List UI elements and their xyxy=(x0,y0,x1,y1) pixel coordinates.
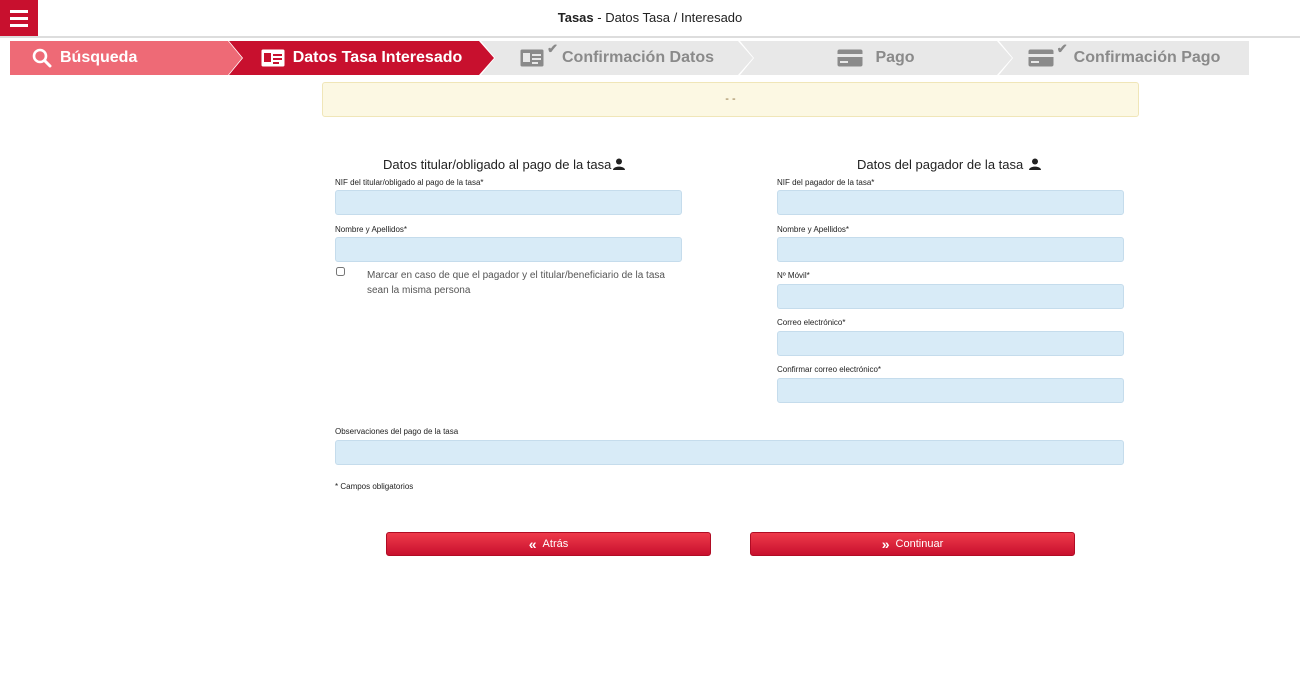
search-icon xyxy=(32,48,52,68)
step-datos-tasa-interesado[interactable]: Datos Tasa Interesado xyxy=(229,41,494,75)
nombre-titular-input[interactable] xyxy=(335,237,682,262)
user-icon xyxy=(1028,158,1041,173)
observaciones-label: Observaciones del pago de la tasa xyxy=(335,427,459,436)
nif-titular-input[interactable] xyxy=(335,190,682,215)
email-confirm-input[interactable] xyxy=(777,378,1124,403)
step-label: Búsqueda xyxy=(60,49,138,66)
double-chevron-left-icon: « xyxy=(528,536,537,552)
credit-card-icon xyxy=(837,49,863,67)
email-pagador-input[interactable] xyxy=(777,331,1124,356)
email-confirm-label: Confirmar correo electrónico* xyxy=(777,365,882,374)
nif-pagador-input[interactable] xyxy=(777,190,1124,215)
step-label: Pago xyxy=(875,49,915,66)
continue-button[interactable]: » Continuar xyxy=(750,532,1075,556)
credit-card-check-icon: ✔ xyxy=(1028,41,1068,67)
same-person-checkbox[interactable] xyxy=(336,267,345,276)
observaciones-input[interactable] xyxy=(335,440,1124,465)
movil-pagador-input[interactable] xyxy=(777,284,1124,309)
nif-pagador-label: NIF del pagador de la tasa* xyxy=(777,178,875,187)
step-confirmacion-datos[interactable]: ✔ Confirmación Datos xyxy=(481,41,753,75)
step-label: Datos Tasa Interesado xyxy=(292,49,463,66)
check-icon: ✔ xyxy=(1056,41,1068,56)
check-icon: ✔ xyxy=(547,41,558,56)
movil-pagador-label: Nº Móvil* xyxy=(777,271,810,280)
step-label: Confirmación Pago xyxy=(1073,49,1221,66)
page-title: Tasas - Datos Tasa / Interesado xyxy=(557,10,743,25)
email-pagador-label: Correo electrónico* xyxy=(777,318,846,327)
same-person-checkbox-label: Marcar en caso de que el pagador y el ti… xyxy=(367,270,665,296)
nombre-titular-label: Nombre y Apellidos* xyxy=(335,225,408,234)
nombre-pagador-input[interactable] xyxy=(777,237,1124,262)
user-icon xyxy=(613,158,626,173)
step-confirmacion-pago[interactable]: ✔ Confirmación Pago xyxy=(999,41,1249,75)
back-button[interactable]: « Atrás xyxy=(386,532,711,556)
double-chevron-right-icon: » xyxy=(881,536,890,552)
step-pago[interactable]: Pago xyxy=(740,41,1012,75)
step-busqueda[interactable]: Búsqueda xyxy=(10,41,242,75)
progress-stepper: Búsqueda Datos Tasa Interesado ✔ Confirm… xyxy=(10,41,1250,75)
step-label: Confirmación Datos xyxy=(561,49,714,66)
id-card-check-icon: ✔ xyxy=(520,41,558,67)
pagador-section-title: Datos del pagador de la tasa xyxy=(857,157,1041,173)
required-fields-note: * Campos obligatorios xyxy=(335,482,414,491)
header-divider xyxy=(0,36,1300,38)
nif-titular-label: NIF del titular/obligado al pago de la t… xyxy=(335,178,484,187)
info-alert: - - xyxy=(322,82,1139,117)
titular-section-title: Datos titular/obligado al pago de la tas… xyxy=(383,157,626,173)
nombre-pagador-label: Nombre y Apellidos* xyxy=(777,225,850,234)
id-card-icon xyxy=(261,49,285,67)
